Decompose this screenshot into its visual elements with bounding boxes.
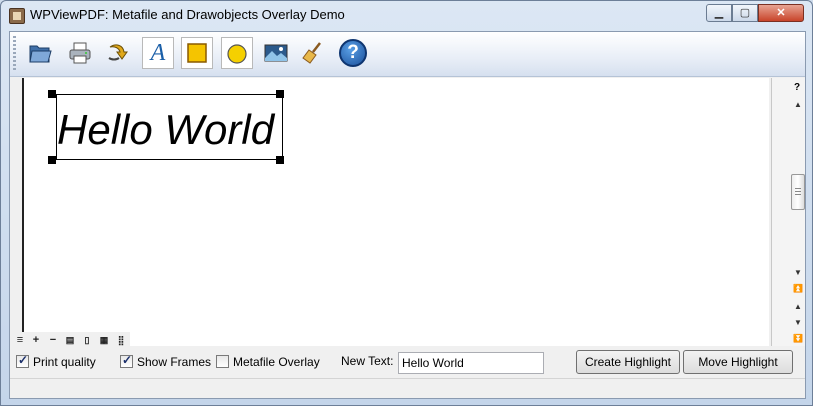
zoom-in-icon[interactable]: + — [29, 333, 43, 347]
text-drawobject[interactable]: Hello World — [56, 94, 283, 160]
scroll-thumb[interactable] — [791, 174, 805, 210]
previous-page-icon[interactable]: ▲ — [792, 302, 804, 311]
scroll-up-icon[interactable]: ▲ — [792, 100, 804, 109]
close-icon: ✕ — [776, 7, 786, 19]
printer-icon — [69, 42, 91, 64]
broom-icon — [302, 42, 321, 64]
check-icon: ✓ — [18, 353, 29, 367]
metafile-overlay-label: Metafile Overlay — [233, 355, 320, 369]
fit-width-icon[interactable]: ▤ — [63, 333, 77, 347]
app-icon — [9, 8, 25, 24]
first-page-icon[interactable]: ⏫ — [792, 284, 804, 293]
resize-handle-top-left[interactable] — [48, 90, 56, 98]
vertical-scrollbar[interactable]: ? ▲ ▼ ⏫ ▲ ▼ ⏬ — [771, 78, 805, 346]
status-bar — [10, 378, 805, 398]
toolbar: A ? — [10, 32, 805, 77]
help-icon: ? — [339, 39, 367, 67]
resize-handle-bottom-left[interactable] — [48, 156, 56, 164]
print-quality-label: Print quality — [33, 355, 96, 369]
clear-button[interactable] — [298, 37, 330, 69]
new-text-input[interactable] — [398, 352, 544, 374]
maximize-button[interactable]: ▢ — [732, 4, 758, 22]
arrow-icon — [108, 44, 128, 61]
help-button[interactable]: ? — [337, 37, 369, 69]
close-button[interactable]: ✕ — [758, 4, 804, 22]
zoom-bar: ≡ + − ▤ ▯ ▦ ⣿ — [13, 332, 130, 348]
multi-page-icon[interactable]: ⣿ — [114, 333, 128, 347]
zoom-out-icon[interactable]: − — [46, 333, 60, 347]
checkbox-box[interactable]: ✓ — [16, 353, 29, 368]
arrow-button[interactable] — [102, 37, 134, 69]
menu-icon[interactable]: ≡ — [13, 333, 27, 347]
image-button[interactable] — [260, 37, 292, 69]
print-button[interactable] — [64, 37, 96, 69]
text-icon: A — [150, 39, 166, 66]
next-page-icon[interactable]: ▼ — [792, 318, 804, 327]
minimize-button[interactable]: ▁ — [706, 4, 732, 22]
scroll-down-icon[interactable]: ▼ — [792, 268, 804, 277]
two-pages-icon[interactable]: ▦ — [97, 333, 111, 347]
minimize-icon: ▁ — [714, 7, 724, 19]
document-viewer[interactable]: Hello World — [22, 78, 769, 346]
options-bar: ✓ Print quality ✓ Show Frames Metafile O… — [10, 348, 805, 378]
open-button[interactable] — [24, 37, 56, 69]
last-page-icon[interactable]: ⏬ — [792, 334, 804, 343]
circle-icon — [227, 44, 247, 64]
new-text-label: New Text: — [341, 354, 394, 368]
title-bar[interactable]: WPViewPDF: Metafile and Drawobjects Over… — [1, 1, 812, 31]
square-button[interactable] — [181, 37, 213, 69]
checkbox-box[interactable]: ✓ — [120, 353, 133, 368]
create-highlight-button[interactable]: Create Highlight — [576, 350, 680, 374]
single-page-icon[interactable]: ▯ — [80, 333, 94, 347]
text-button[interactable]: A — [142, 37, 174, 69]
window-title: WPViewPDF: Metafile and Drawobjects Over… — [30, 7, 345, 22]
move-highlight-button[interactable]: Move Highlight — [683, 350, 793, 374]
resize-handle-bottom-right[interactable] — [276, 156, 284, 164]
hello-world-text: Hello World — [57, 106, 275, 153]
circle-button[interactable] — [221, 37, 253, 69]
client-area: A ? Hello World ? ▲ ▼ ⏫ ▲ ▼ ⏬ ≡ + − ▤ ▯ … — [9, 31, 806, 399]
checkbox-box[interactable] — [216, 355, 229, 368]
maximize-icon: ▢ — [739, 7, 751, 19]
app-window: WPViewPDF: Metafile and Drawobjects Over… — [0, 0, 813, 406]
square-icon — [187, 43, 207, 63]
image-icon — [264, 44, 288, 62]
open-folder-icon — [29, 45, 52, 63]
resize-handle-top-right[interactable] — [276, 90, 284, 98]
toolbar-grip[interactable] — [13, 36, 16, 72]
scrollbar-help-icon[interactable]: ? — [794, 82, 800, 93]
check-icon: ✓ — [122, 353, 133, 367]
show-frames-label: Show Frames — [137, 355, 212, 369]
